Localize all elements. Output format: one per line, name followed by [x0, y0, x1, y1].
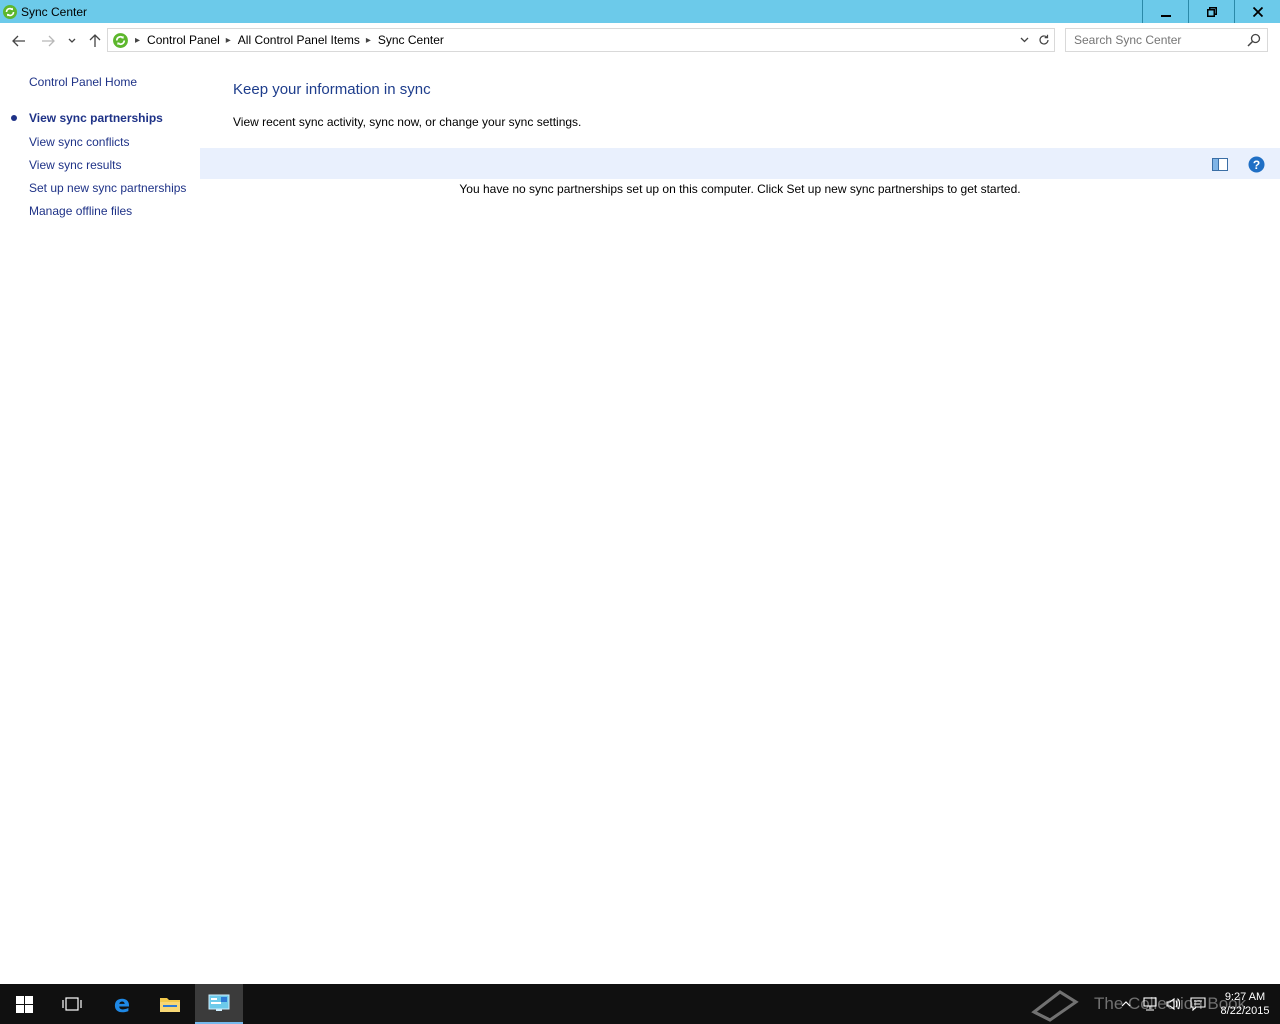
control-panel-app-icon [208, 994, 230, 1011]
back-button[interactable] [9, 31, 29, 51]
empty-state-message: You have no sync partnerships set up on … [459, 182, 1021, 196]
active-bullet-icon [11, 115, 17, 121]
action-center-icon [1190, 997, 1206, 1011]
refresh-button[interactable] [1034, 34, 1054, 46]
window-title: Sync Center [21, 4, 88, 19]
task-view-button[interactable] [48, 984, 96, 1024]
control-panel-home-link[interactable]: Control Panel Home [29, 75, 137, 89]
svg-text:e: e [114, 993, 130, 1015]
refresh-icon [1039, 34, 1049, 45]
up-arrow-icon [89, 34, 101, 47]
title-bar: Sync Center [0, 0, 1280, 23]
view-sync-partnerships-link[interactable]: View sync partnerships [29, 111, 163, 125]
page-description: View recent sync activity, sync now, or … [233, 115, 582, 129]
address-history-button[interactable] [1014, 37, 1034, 43]
show-hidden-icons-button[interactable] [1114, 984, 1138, 1024]
file-explorer-button[interactable] [146, 984, 194, 1024]
clock[interactable]: 9:27 AM 8/22/2015 [1210, 990, 1280, 1018]
view-sync-results-link[interactable]: View sync results [29, 158, 121, 172]
taskbar: e The Collection Book 9:27 AM 8/22/2015 [0, 984, 1280, 1024]
network-icon [1143, 997, 1157, 1011]
forward-button[interactable] [38, 31, 58, 51]
search-icon[interactable] [1247, 33, 1261, 50]
control-panel-taskbar-button[interactable] [195, 984, 243, 1024]
breadcrumb-separator-icon[interactable]: ▸ [135, 35, 140, 46]
chevron-down-icon [68, 38, 76, 43]
volume-button[interactable] [1162, 984, 1186, 1024]
restore-icon [1206, 6, 1217, 17]
back-arrow-icon [12, 35, 25, 47]
clock-date: 8/22/2015 [1220, 1005, 1270, 1017]
close-icon [1252, 6, 1263, 17]
task-view-icon [62, 997, 82, 1011]
clock-time: 9:27 AM [1224, 991, 1266, 1003]
book-logo-icon [1031, 990, 1079, 1022]
command-bar: ? [200, 148, 1280, 179]
edge-browser-button[interactable]: e [98, 984, 146, 1024]
chevron-down-icon [1020, 37, 1028, 43]
preview-pane-icon [1212, 157, 1228, 171]
recent-locations-button[interactable] [62, 31, 82, 51]
breadcrumb-separator-icon[interactable]: ▸ [366, 35, 371, 46]
preview-pane-button[interactable] [1211, 155, 1229, 173]
system-tray: 9:27 AM 8/22/2015 [1114, 984, 1280, 1024]
window-controls [1142, 0, 1280, 23]
svg-text:?: ? [1252, 158, 1259, 172]
left-pane: Control Panel Home View sync partnership… [0, 59, 200, 984]
start-button[interactable] [0, 984, 48, 1024]
sync-center-icon [2, 4, 18, 20]
breadcrumb-separator-icon[interactable]: ▸ [226, 35, 231, 46]
close-button[interactable] [1234, 0, 1280, 23]
minimize-icon [1160, 14, 1171, 17]
help-button[interactable]: ? [1247, 155, 1265, 173]
volume-icon [1166, 997, 1181, 1011]
network-button[interactable] [1138, 984, 1162, 1024]
control-panel-icon [111, 31, 129, 49]
breadcrumb-all-items[interactable]: All Control Panel Items [238, 33, 360, 47]
chevron-up-icon [1121, 1001, 1131, 1007]
minimize-button[interactable] [1142, 0, 1188, 23]
search-input[interactable] [1074, 33, 1242, 47]
breadcrumb-sync-center[interactable]: Sync Center [378, 33, 444, 47]
windows-logo-icon [15, 995, 33, 1013]
page-title: Keep your information in sync [233, 81, 431, 98]
action-center-button[interactable] [1186, 984, 1210, 1024]
set-up-new-sync-partnerships-link[interactable]: Set up new sync partnerships [29, 181, 186, 195]
breadcrumb-control-panel[interactable]: Control Panel [147, 33, 220, 47]
up-button[interactable] [85, 31, 105, 51]
forward-arrow-icon [42, 35, 55, 47]
address-bar[interactable]: ▸ Control Panel ▸ All Control Panel Item… [107, 28, 1055, 52]
search-box[interactable] [1065, 28, 1268, 52]
view-sync-conflicts-link[interactable]: View sync conflicts [29, 135, 129, 149]
help-icon: ? [1248, 156, 1264, 172]
edge-icon: e [114, 993, 130, 1015]
manage-offline-files-link[interactable]: Manage offline files [29, 204, 132, 218]
restore-button[interactable] [1188, 0, 1234, 23]
folder-icon [160, 998, 180, 1012]
navigation-bar: ▸ Control Panel ▸ All Control Panel Item… [0, 23, 1280, 59]
